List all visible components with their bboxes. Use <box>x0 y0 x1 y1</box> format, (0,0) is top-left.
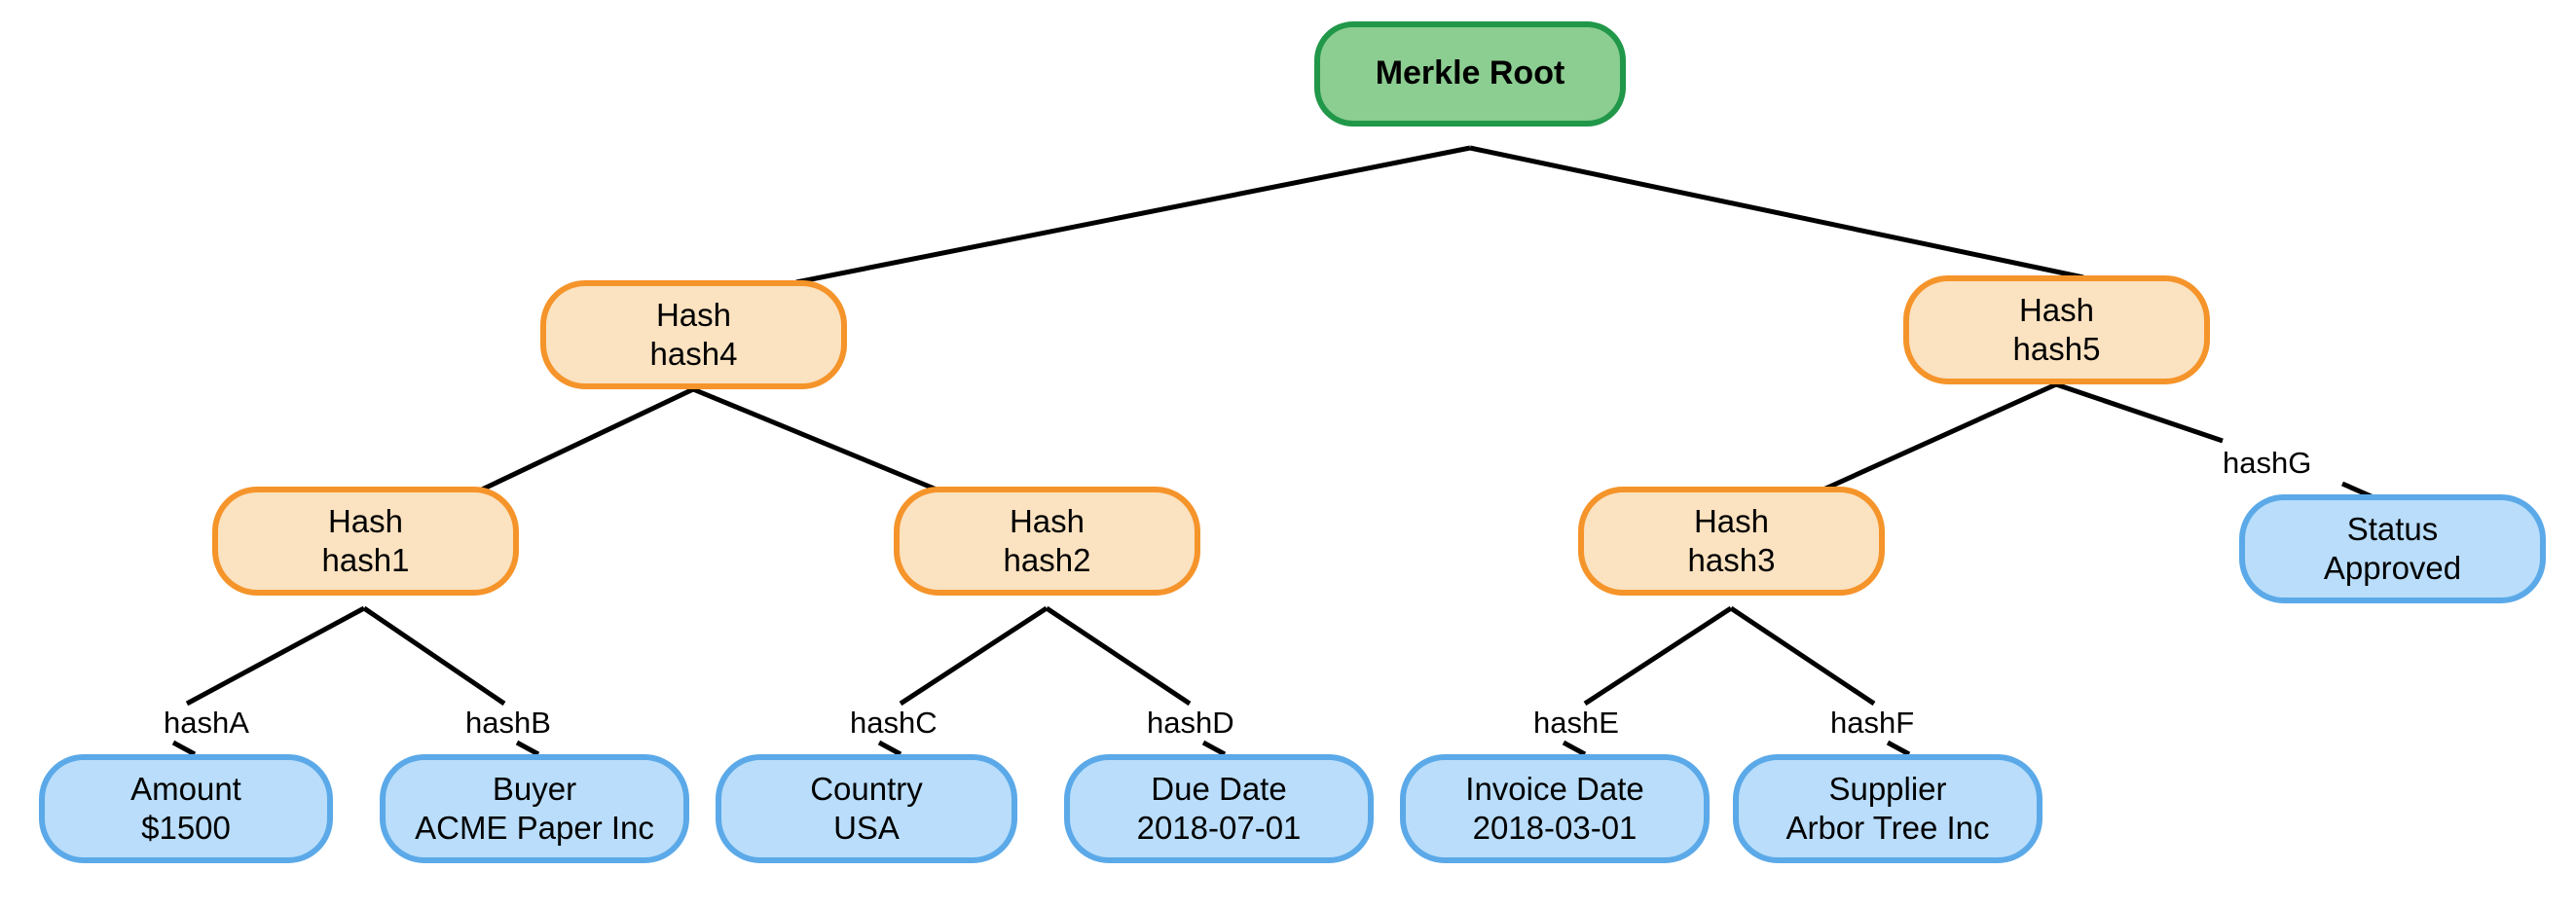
node-hash2-sub: hash2 <box>1003 542 1091 578</box>
edge-label-hashG: hashG <box>2223 446 2312 480</box>
edge-label-hashC: hashC <box>850 706 938 740</box>
node-leaf-duedate[interactable]: Due Date 2018-07-01 <box>1064 754 1374 863</box>
node-hash3[interactable]: Hash hash3 <box>1578 487 1885 596</box>
edge-label-hashF: hashF <box>1830 706 1915 740</box>
node-leaf-invoicedate[interactable]: Invoice Date 2018-03-01 <box>1400 754 1710 863</box>
node-leaf-status[interactable]: Status Approved <box>2239 494 2546 603</box>
edge-hash1-leafB-upper <box>362 605 506 707</box>
node-leaf-invoicedate-label: Invoice Date <box>1465 770 1644 807</box>
node-leaf-amount-label: Amount <box>130 770 241 807</box>
node-leaf-duedate-sub: 2018-07-01 <box>1136 810 1302 846</box>
edge-label-hashD: hashD <box>1147 706 1234 740</box>
node-hash1-sub: hash1 <box>321 542 410 578</box>
edge-hash5-hash3 <box>1822 381 2058 492</box>
node-leaf-supplier-label: Supplier <box>1828 770 1947 807</box>
node-leaf-amount-sub: $1500 <box>141 810 231 846</box>
node-merkle-root[interactable]: Merkle Root <box>1314 21 1626 127</box>
edge-hash3-leafF-lower <box>1886 740 1911 757</box>
node-hash5-label: Hash <box>2018 291 2095 328</box>
node-hash3-sub: hash3 <box>1687 542 1776 578</box>
node-leaf-buyer[interactable]: Buyer ACME Paper Inc <box>380 754 689 863</box>
node-leaf-supplier[interactable]: Supplier Arbor Tree Inc <box>1733 754 2042 863</box>
node-leaf-duedate-label: Due Date <box>1151 770 1287 807</box>
edge-hash2-leafD-upper <box>1045 605 1192 707</box>
edge-root-hash4 <box>795 145 1471 285</box>
node-hash4-label: Hash <box>655 296 732 333</box>
node-hash1[interactable]: Hash hash1 <box>212 487 519 596</box>
edge-hash2-leafD-lower <box>1201 740 1227 757</box>
node-hash1-label: Hash <box>327 502 404 539</box>
node-leaf-country-sub: USA <box>833 810 900 846</box>
node-leaf-buyer-sub: ACME Paper Inc <box>415 810 654 846</box>
edge-label-hashE: hashE <box>1533 706 1619 740</box>
edge-hash1-leafA-lower <box>171 740 197 757</box>
edge-hash4-hash2 <box>692 386 938 492</box>
edge-hash2-leafC-lower <box>877 740 902 757</box>
node-hash2[interactable]: Hash hash2 <box>894 487 1200 596</box>
edge-hash5-status-upper <box>2055 381 2224 444</box>
node-leaf-country-label: Country <box>810 770 923 807</box>
node-leaf-amount[interactable]: Amount $1500 <box>39 754 333 863</box>
node-leaf-invoicedate-sub: 2018-03-01 <box>1472 810 1638 846</box>
node-leaf-status-sub: Approved <box>2323 550 2462 586</box>
node-leaf-status-label: Status <box>2346 510 2439 547</box>
node-hash5-sub: hash5 <box>2012 331 2101 367</box>
node-hash5[interactable]: Hash hash5 <box>1903 275 2210 384</box>
node-leaf-buyer-label: Buyer <box>492 770 577 807</box>
node-hash4[interactable]: Hash hash4 <box>540 280 847 389</box>
edge-hash3-leafE-lower <box>1562 740 1587 757</box>
edge-hash3-leafE-upper <box>1583 605 1733 707</box>
edge-hash1-leafA-upper <box>185 605 366 707</box>
node-merkle-root-label: Merkle Root <box>1375 54 1565 92</box>
edge-root-hash5 <box>1469 145 2084 280</box>
edge-hash1-leafB-lower <box>515 740 540 757</box>
node-leaf-country[interactable]: Country USA <box>716 754 1017 863</box>
edge-label-hashB: hashB <box>465 706 551 740</box>
edge-hash2-leafC-upper <box>899 605 1049 707</box>
node-hash2-label: Hash <box>1009 502 1086 539</box>
edge-label-hashA: hashA <box>164 706 249 740</box>
node-hash4-sub: hash4 <box>649 336 738 372</box>
node-leaf-supplier-sub: Arbor Tree Inc <box>1785 810 1990 846</box>
edge-hash3-leafF-upper <box>1729 605 1876 707</box>
edge-hash4-hash1 <box>480 386 695 492</box>
merkle-tree-diagram: Merkle Root Hash hash4 Hash hash5 Hash h… <box>0 0 2576 907</box>
node-hash3-label: Hash <box>1693 502 1770 539</box>
